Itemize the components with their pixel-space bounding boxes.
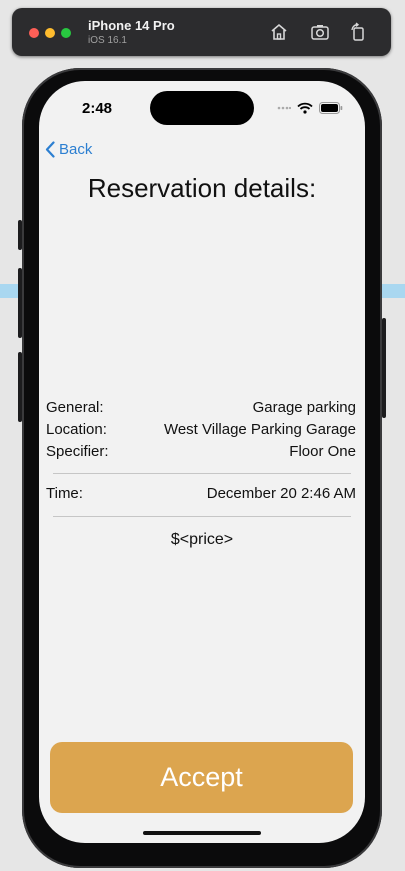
general-row: General: Garage parking <box>46 399 356 416</box>
dynamic-island <box>150 91 254 125</box>
screenshot-icon[interactable] <box>310 22 330 42</box>
specifier-row: Specifier: Floor One <box>46 443 356 460</box>
power-button <box>382 318 386 418</box>
divider <box>53 473 351 474</box>
page-title: Reservation details: <box>87 173 317 203</box>
rotate-icon[interactable] <box>348 22 368 42</box>
general-value: Garage parking <box>252 399 356 416</box>
simulator-titlebar: iPhone 14 Pro iOS 16.1 <box>12 8 391 56</box>
accept-button[interactable]: Accept <box>50 742 353 813</box>
specifier-label: Specifier: <box>46 443 109 460</box>
status-time: 2:48 <box>82 100 113 117</box>
time-row: Time: December 20 2:46 AM <box>46 485 356 502</box>
phone-screen: 2:48 Back Reservation details: General: … <box>39 81 365 843</box>
location-value: West Village Parking Garage <box>163 421 356 438</box>
divider <box>53 516 351 517</box>
back-button[interactable]: Back <box>45 141 92 158</box>
status-icons <box>277 101 343 115</box>
chevron-left-icon <box>45 141 55 158</box>
signal-dots-icon <box>277 106 291 110</box>
time-value: December 20 2:46 AM <box>206 485 356 502</box>
home-indicator <box>143 831 261 835</box>
wifi-icon <box>297 102 313 114</box>
device-name: iPhone 14 Pro <box>88 18 175 33</box>
minimize-window-button[interactable] <box>45 28 55 38</box>
price-text: $<price> <box>170 531 234 548</box>
battery-icon <box>319 102 343 114</box>
home-icon[interactable] <box>269 22 289 42</box>
close-window-button[interactable] <box>29 28 39 38</box>
specifier-value: Floor One <box>289 443 356 460</box>
device-os: iOS 16.1 <box>88 35 127 46</box>
back-label: Back <box>59 141 93 158</box>
location-row: Location: West Village Parking Garage <box>46 421 356 438</box>
location-label: Location: <box>46 421 107 438</box>
general-label: General: <box>46 399 104 416</box>
zoom-window-button[interactable] <box>61 28 71 38</box>
time-label: Time: <box>46 485 83 502</box>
